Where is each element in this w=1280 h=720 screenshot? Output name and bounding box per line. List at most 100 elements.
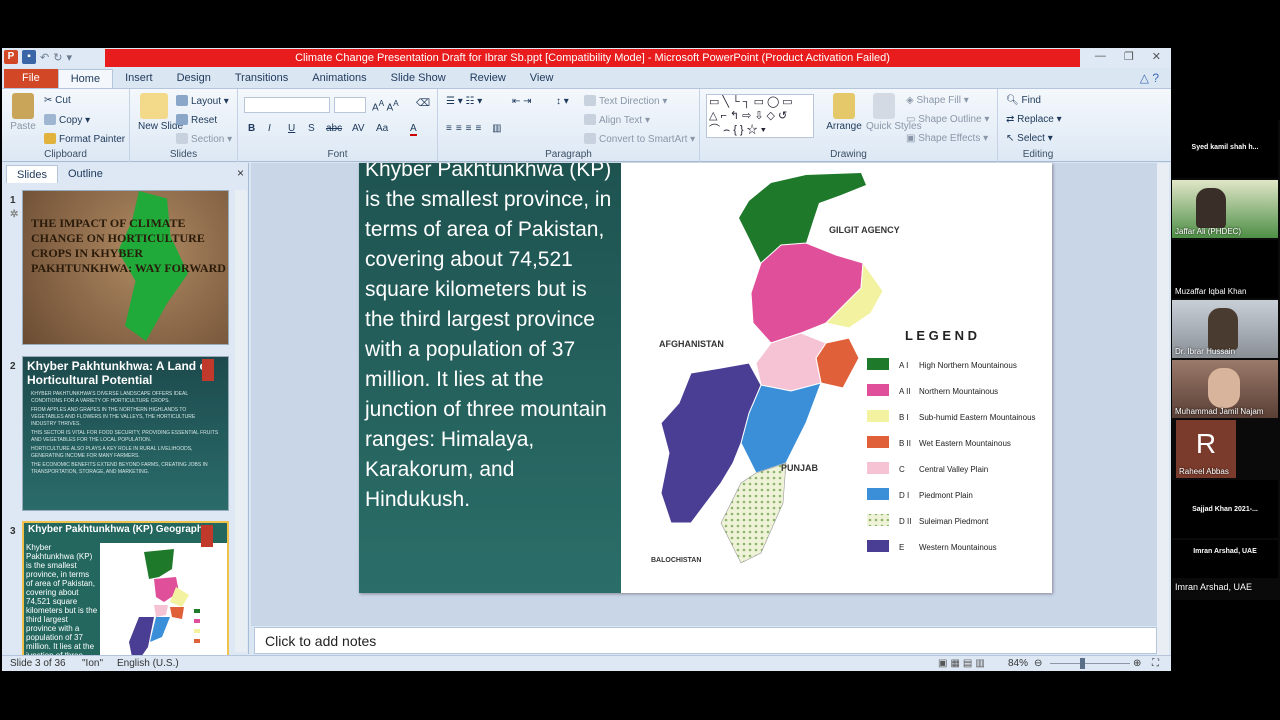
copy-icon [44, 114, 56, 125]
tab-slides[interactable]: Slides [6, 165, 58, 183]
tab-view[interactable]: View [518, 69, 566, 88]
fill-icon: ◈ [906, 95, 917, 106]
format-painter-button[interactable]: Format Painter [44, 133, 125, 145]
minimize-button[interactable]: — [1095, 50, 1106, 63]
close-pane-icon[interactable]: × [237, 166, 244, 180]
zoom-slider-thumb[interactable] [1080, 658, 1085, 669]
legend-swatch [867, 384, 889, 396]
font-size-box[interactable] [334, 97, 366, 113]
line-spacing-icon[interactable]: ↕ ▾ [556, 96, 569, 107]
section-button[interactable]: Section ▾ [176, 133, 232, 145]
slide-thumbnail-2[interactable]: Khyber Pakhtunkhwa: A Land of Horticultu… [22, 356, 229, 511]
shape-outline-button[interactable]: ▭ Shape Outline ▾ [906, 114, 989, 125]
reset-button[interactable]: Reset [176, 114, 217, 126]
participant-tile[interactable]: Syed kamil shah h... [1172, 120, 1278, 178]
slide-body-text[interactable]: Khyber Pakhtunkhwa (KP) is the smallest … [359, 163, 621, 593]
font-label: Font [327, 149, 348, 160]
clear-format-icon[interactable]: ⌫ [416, 98, 430, 109]
powerpoint-logo-icon[interactable]: P [4, 50, 18, 64]
replace-button[interactable]: ⇄ Replace ▾ [1006, 114, 1062, 125]
bold-button[interactable]: B [248, 123, 255, 134]
tab-design[interactable]: Design [165, 69, 223, 88]
font-size-buttons[interactable]: AA AA [372, 98, 399, 113]
legend-code: E [899, 543, 904, 552]
arrange-button[interactable]: Arrange [826, 93, 862, 132]
current-slide[interactable]: Khyber Pakhtunkhwa (KP) is the smallest … [359, 163, 1052, 593]
slide-thumbnail-1[interactable]: THE IMPACT OF CLIMATE CHANGE ON HORTICUL… [22, 190, 229, 345]
font-name-box[interactable] [244, 97, 330, 113]
participant-tile[interactable]: R Raheel Abbas [1176, 420, 1236, 478]
tab-file[interactable]: File [4, 69, 58, 88]
notes-pane[interactable]: Click to add notes [254, 627, 1157, 654]
customize-qat-icon[interactable]: ▾ [66, 51, 72, 64]
tab-home[interactable]: Home [57, 69, 114, 88]
close-button[interactable]: ✕ [1152, 50, 1161, 63]
zoom-in-icon[interactable]: ⊕ [1133, 656, 1141, 671]
legend-swatch [867, 514, 889, 526]
copy-button[interactable]: Copy ▾ [44, 114, 90, 126]
select-button[interactable]: ↖ Select ▾ [1006, 133, 1053, 144]
shadow-s-button[interactable]: S [308, 123, 315, 134]
font-color-button[interactable]: A [410, 123, 417, 136]
tab-outline[interactable]: Outline [58, 165, 113, 183]
tab-animations[interactable]: Animations [300, 69, 378, 88]
cut-button[interactable]: ✂ Cut [44, 95, 71, 106]
tab-slide-show[interactable]: Slide Show [379, 69, 458, 88]
legend-title: L E G E N D [905, 328, 977, 343]
status-bar: Slide 3 of 36 "Ion" English (U.S.) ▣▦▤▥ … [2, 655, 1171, 671]
text-direction-button[interactable]: Text Direction ▾ [584, 95, 667, 107]
slides-pane-scrollbar[interactable] [235, 190, 247, 652]
region-c [755, 332, 827, 392]
undo-icon[interactable]: ↶ [40, 51, 49, 64]
alignment-icons[interactable]: ≡≡≡≡ ▥ [446, 123, 506, 134]
strikethrough-button[interactable]: abc [326, 123, 342, 134]
participant-tile[interactable]: Jaffar Ali (PHDEC) [1172, 180, 1278, 238]
fit-slide-icon[interactable]: ⛶ [1152, 656, 1159, 671]
shapes-gallery[interactable]: ▭╲└┐▭◯▭ △⌐↰⇨⇩◇↺ ⌒⌢{}☆▾ [706, 94, 814, 138]
change-case-button[interactable]: Aa [376, 123, 388, 134]
bullets-icon[interactable]: ☰ ▾ ☷ ▾ [446, 96, 482, 107]
character-spacing-button[interactable]: AV [352, 123, 365, 134]
convert-smartart-button[interactable]: Convert to SmartArt ▾ [584, 133, 695, 145]
vertical-scrollbar[interactable] [1157, 163, 1169, 660]
list-item: KHYBER PAKHTUNKHWA'S DIVERSE LANDSCAPE O… [31, 391, 188, 404]
new-slide-button[interactable]: New Slide [138, 93, 183, 132]
participant-tile[interactable]: Dr. Ibrar Hussain [1172, 300, 1278, 358]
find-button[interactable]: 🔍︎ Find [1006, 95, 1041, 106]
participant-tile[interactable]: Sajjad Khan 2021-... [1172, 480, 1278, 538]
theme-name[interactable]: "Ion" [82, 656, 103, 671]
tab-review[interactable]: Review [458, 69, 518, 88]
layout-icon [176, 95, 188, 106]
view-buttons[interactable]: ▣▦▤▥ [938, 656, 988, 671]
zoom-out-icon[interactable]: ⊖ [1034, 656, 1042, 671]
align-text-button[interactable]: Align Text ▾ [584, 114, 650, 126]
zoom-level[interactable]: 84% [1008, 656, 1028, 671]
reset-icon [176, 114, 188, 125]
restore-button[interactable]: ❐ [1124, 50, 1134, 63]
tab-insert[interactable]: Insert [113, 69, 165, 88]
quick-styles-button[interactable]: Quick Styles [866, 93, 922, 132]
help-icon[interactable]: △ ? [1140, 71, 1159, 85]
save-icon[interactable]: ▪ [22, 50, 36, 64]
paragraph-group: ☰ ▾ ☷ ▾ ⇤ ⇥ ↕ ▾ Text Direction ▾ Align T… [438, 89, 700, 162]
paste-button[interactable]: Paste [8, 93, 38, 132]
slide-number-2: 2 [10, 361, 16, 372]
italic-button[interactable]: I [268, 123, 271, 134]
clipboard-icon [12, 93, 34, 119]
participant-tile[interactable]: Muzaffar Iqbal Khan [1172, 240, 1278, 298]
underline-button[interactable]: U [288, 123, 295, 134]
shape-effects-button[interactable]: ▣ Shape Effects ▾ [906, 133, 988, 144]
zoom-slider[interactable] [1050, 663, 1130, 664]
slide-thumbnail-3[interactable]: Khyber Pakhtunkhwa (KP) Geography Khyber… [22, 521, 229, 671]
shape-fill-button[interactable]: ◈ Shape Fill ▾ [906, 95, 969, 106]
tab-transitions[interactable]: Transitions [223, 69, 300, 88]
participant-tile[interactable]: Muhammad Jamil Najam [1172, 360, 1278, 418]
star-icon: ✲ [10, 209, 19, 220]
layout-button[interactable]: Layout ▾ [176, 95, 229, 107]
drawing-label: Drawing [830, 149, 867, 160]
paragraph-label: Paragraph [545, 149, 592, 160]
indent-icons[interactable]: ⇤ ⇥ [512, 96, 532, 107]
participant-tile[interactable]: Imran Arshad, UAE Imran Arshad, UAE [1172, 540, 1278, 592]
language[interactable]: English (U.S.) [117, 656, 179, 671]
redo-icon[interactable]: ↻ [53, 51, 62, 64]
